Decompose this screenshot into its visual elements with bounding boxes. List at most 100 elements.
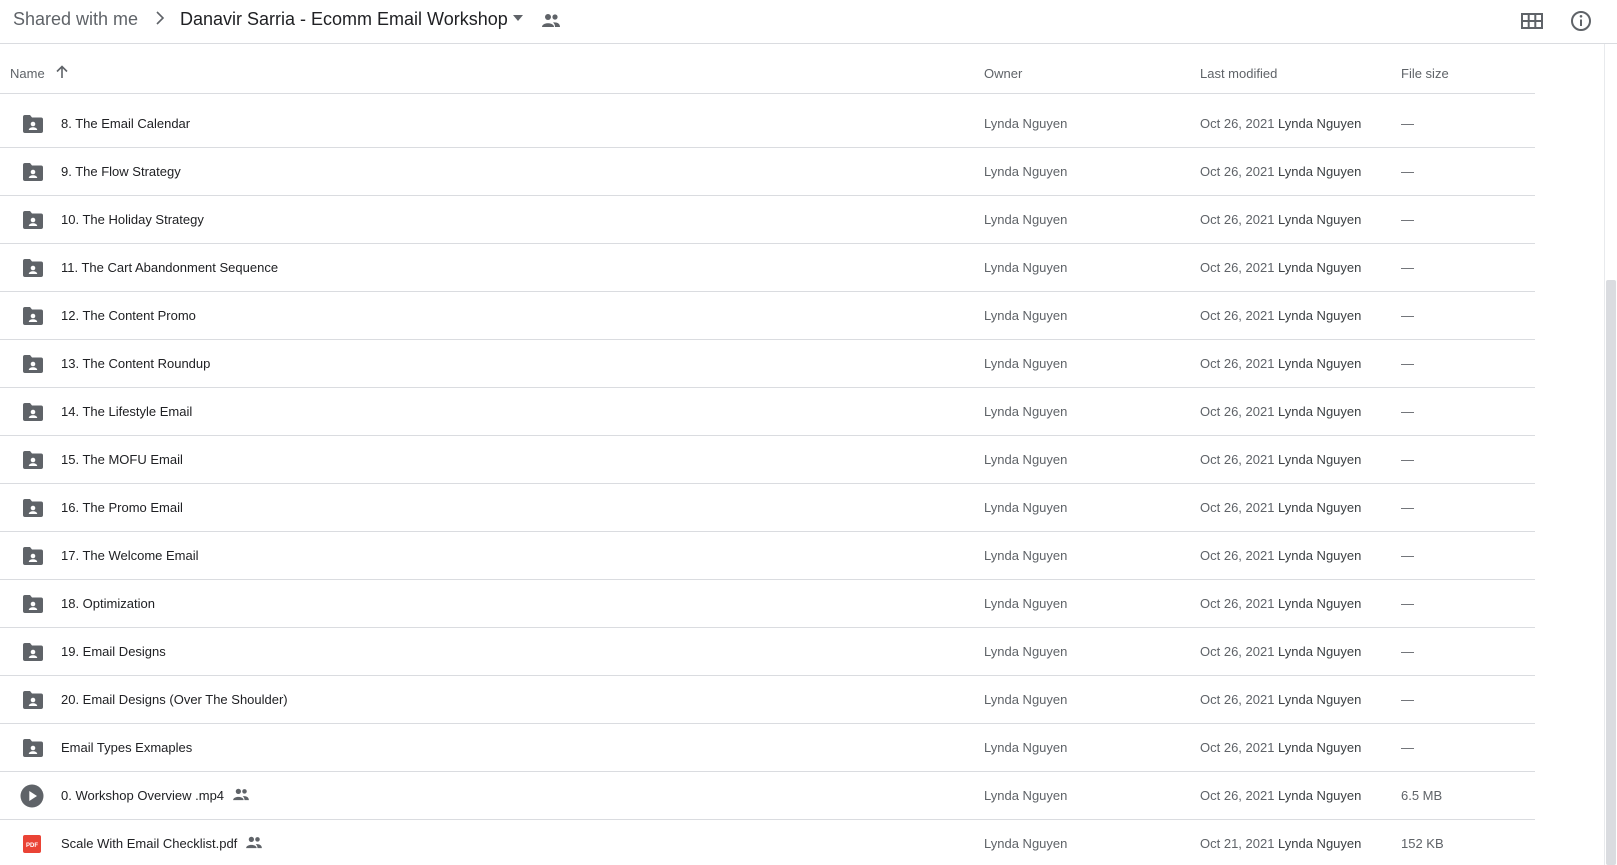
shared-folder-icon [22,114,44,134]
file-owner: Lynda Nguyen [984,644,1068,659]
file-modified-by: Lynda Nguyen [1278,356,1362,371]
file-name[interactable]: 18. Optimization [61,596,155,611]
video-play-icon [20,784,44,808]
file-modified-date: Oct 26, 2021 [1200,548,1275,563]
file-row[interactable]: 11. The Cart Abandonment Sequence Lynda N… [0,244,1535,292]
file-row[interactable]: 17. The Welcome Email Lynda Nguyen Oct 26,… [0,532,1535,580]
file-owner: Lynda Nguyen [984,740,1068,755]
file-modified-date: Oct 26, 2021 [1200,308,1275,323]
file-row[interactable]: 8. The Email Calendar Lynda Nguyen Oct 26,… [0,100,1535,148]
file-size: — [1401,596,1414,611]
file-row[interactable]: PDF Scale With Email Checklist.pdf Lynda N… [0,820,1535,865]
column-header-owner: Owner [984,66,1023,81]
column-header-name[interactable]: Name [10,66,45,81]
file-row[interactable]: Email Types Exmaples Lynda Nguyen Oct 26, … [0,724,1535,772]
file-name[interactable]: 10. The Holiday Strategy [61,212,204,227]
file-size: — [1401,116,1414,131]
scrollbar-thumb[interactable] [1606,280,1616,865]
file-name[interactable]: 9. The Flow Strategy [61,164,181,179]
file-size: — [1401,548,1414,563]
shared-folder-icon [22,210,44,230]
file-row[interactable]: 18. Optimization Lynda Nguyen Oct 26, 2021… [0,580,1535,628]
file-modified-by: Lynda Nguyen [1278,452,1362,467]
file-name[interactable]: 8. The Email Calendar [61,116,190,131]
file-modified-date: Oct 26, 2021 [1200,740,1275,755]
file-name[interactable]: Scale With Email Checklist.pdf [61,836,237,851]
file-modified-date: Oct 26, 2021 [1200,164,1275,179]
file-modified-by: Lynda Nguyen [1278,692,1362,707]
shared-folder-icon [22,162,44,182]
file-row[interactable]: 19. Email Designs Lynda Nguyen Oct 26, 202… [0,628,1535,676]
file-row[interactable]: 9. The Flow Strategy Lynda Nguyen Oct 26, … [0,148,1535,196]
file-list: 8. The Email Calendar Lynda Nguyen Oct 26,… [0,100,1535,865]
file-row[interactable]: 16. The Promo Email Lynda Nguyen Oct 26, 2… [0,484,1535,532]
file-modified-date: Oct 26, 2021 [1200,500,1275,515]
file-name[interactable]: 20. Email Designs (Over The Shoulder) [61,692,288,707]
file-modified-date: Oct 26, 2021 [1200,692,1275,707]
shared-folder-icon [22,450,44,470]
file-modified-by: Lynda Nguyen [1278,212,1362,227]
file-size: — [1401,212,1414,227]
drive-file-list-page: Shared with me Danavir Sarria - Ecomm Em… [0,0,1617,865]
file-modified-by: Lynda Nguyen [1278,116,1362,131]
file-row[interactable]: 10. The Holiday Strategy Lynda Nguyen Oct … [0,196,1535,244]
file-size: — [1401,356,1414,371]
shared-folder-icon [22,258,44,278]
sort-ascending-icon[interactable] [55,65,69,79]
file-size: — [1401,260,1414,275]
file-row[interactable]: 13. The Content Roundup Lynda Nguyen Oct 2… [0,340,1535,388]
info-icon[interactable] [1568,8,1594,34]
file-modified-by: Lynda Nguyen [1278,500,1362,515]
shared-people-icon [542,14,560,27]
file-owner: Lynda Nguyen [984,260,1068,275]
file-name[interactable]: Email Types Exmaples [61,740,192,755]
file-row[interactable]: 12. The Content Promo Lynda Nguyen Oct 26,… [0,292,1535,340]
file-modified-by: Lynda Nguyen [1278,836,1362,851]
shared-people-icon [245,835,263,849]
breadcrumb-shared-with-me[interactable]: Shared with me [13,8,138,30]
file-owner: Lynda Nguyen [984,164,1068,179]
file-modified-by: Lynda Nguyen [1278,308,1362,323]
file-owner: Lynda Nguyen [984,836,1068,851]
column-header-row: Name Owner Last modified File size [0,44,1535,94]
file-owner: Lynda Nguyen [984,212,1068,227]
caret-down-icon[interactable] [512,14,524,22]
file-owner: Lynda Nguyen [984,548,1068,563]
file-owner: Lynda Nguyen [984,692,1068,707]
file-modified-date: Oct 26, 2021 [1200,212,1275,227]
file-name[interactable]: 11. The Cart Abandonment Sequence [61,260,278,275]
file-owner: Lynda Nguyen [984,452,1068,467]
file-modified-by: Lynda Nguyen [1278,548,1362,563]
shared-folder-icon [22,642,44,662]
file-size: — [1401,500,1414,515]
file-modified-by: Lynda Nguyen [1278,788,1362,803]
shared-folder-icon [22,498,44,518]
file-name[interactable]: 16. The Promo Email [61,500,183,515]
file-modified-by: Lynda Nguyen [1278,164,1362,179]
file-name[interactable]: 17. The Welcome Email [61,548,199,563]
grid-view-icon[interactable] [1519,8,1545,34]
file-name[interactable]: 0. Workshop Overview .mp4 [61,788,224,803]
file-name[interactable]: 15. The MOFU Email [61,452,183,467]
file-modified-by: Lynda Nguyen [1278,740,1362,755]
file-owner: Lynda Nguyen [984,356,1068,371]
file-modified-by: Lynda Nguyen [1278,404,1362,419]
shared-folder-icon [22,690,44,710]
column-header-file-size: File size [1401,66,1449,81]
file-row[interactable]: 0. Workshop Overview .mp4 Lynda Nguyen Oct… [0,772,1535,820]
file-row[interactable]: 14. The Lifestyle Email Lynda Nguyen Oct 2… [0,388,1535,436]
file-name[interactable]: 12. The Content Promo [61,308,196,323]
file-size: 152 KB [1401,836,1444,851]
column-header-last-modified[interactable]: Last modified [1200,66,1277,81]
file-name[interactable]: 19. Email Designs [61,644,166,659]
file-row[interactable]: 20. Email Designs (Over The Shoulder) Lyn… [0,676,1535,724]
file-owner: Lynda Nguyen [984,308,1068,323]
breadcrumb-bar: Shared with me Danavir Sarria - Ecomm Em… [0,0,1617,44]
shared-folder-icon [22,546,44,566]
file-modified-by: Lynda Nguyen [1278,644,1362,659]
breadcrumb-current-folder[interactable]: Danavir Sarria - Ecomm Email Workshop [180,8,508,30]
file-row[interactable]: 15. The MOFU Email Lynda Nguyen Oct 26, 20… [0,436,1535,484]
file-name[interactable]: 13. The Content Roundup [61,356,210,371]
file-name[interactable]: 14. The Lifestyle Email [61,404,192,419]
shared-folder-icon [22,402,44,422]
